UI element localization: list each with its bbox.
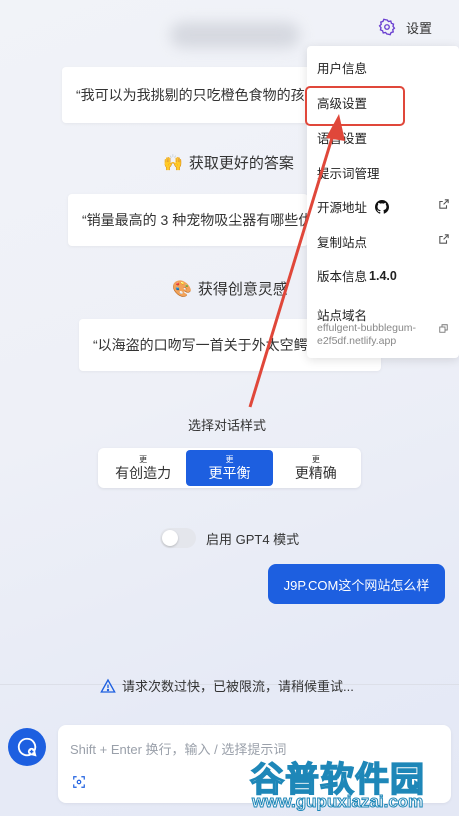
style-selector-label: 选择对话样式 — [188, 418, 267, 433]
warning-icon — [100, 678, 116, 693]
option-label: 更精确 — [294, 464, 337, 481]
palette-icon: 🎨 — [172, 280, 192, 298]
gear-icon — [378, 18, 396, 36]
section-better-answers: 🙌 获取更好的答案 — [163, 152, 294, 173]
rate-limit-warning: 请求次数过快，已被限流，请稍候重试... — [100, 676, 354, 695]
section-title: 获取更好的答案 — [188, 155, 294, 172]
version-number: 1.4.0 — [369, 268, 397, 283]
style-option-creative[interactable]: 更 有创造力 — [100, 450, 186, 486]
menu-item-label: 语音设置 — [317, 132, 368, 146]
menu-item-label: 开源地址 — [317, 201, 368, 215]
watermark-url: www.gupuxiazai.com — [251, 792, 424, 812]
gpt4-label: 启用 GPT4 模式 — [206, 531, 300, 547]
example-prompt-2[interactable]: “销量最高的 3 种宠物吸尘器有哪些优 — [68, 194, 308, 246]
settings-button[interactable]: 设置 — [378, 14, 432, 40]
external-link-icon — [439, 199, 449, 209]
menu-item-label: 复制站点 — [317, 236, 368, 250]
user-message-bubble: J9P.COM这个网站怎么样 — [268, 564, 445, 604]
style-selector: 更 有创造力 更 更平衡 更 更精确 — [98, 448, 361, 488]
style-option-precise[interactable]: 更 更精确 — [273, 450, 359, 486]
option-prefix: 更 — [311, 454, 320, 464]
menu-item-voice-settings[interactable]: 语音设置 — [317, 128, 449, 147]
blurred-title — [170, 22, 300, 48]
scan-icon[interactable] — [72, 775, 86, 789]
settings-label: 设置 — [406, 20, 433, 36]
watermark: 谷普软件园 www.gupuxiazai.com — [249, 752, 459, 816]
option-label: 更平衡 — [208, 464, 251, 481]
menu-item-label: 提示词管理 — [317, 167, 380, 181]
option-prefix: 更 — [139, 454, 148, 464]
menu-item-source-code[interactable]: 开源地址 — [317, 197, 449, 216]
raised-hands-icon: 🙌 — [163, 154, 183, 172]
option-prefix: 更 — [225, 454, 234, 464]
section-creative: 🎨 获得创意灵感 — [172, 278, 288, 299]
domain-value[interactable]: effulgent-bubblegum-e2f5df.netlify.app — [317, 322, 427, 348]
warning-text: 请求次数过快，已被限流，请稍候重试... — [122, 679, 354, 694]
example-prompt-1[interactable]: “我可以为我挑剔的只吃橙色食物的孩子做什么饭 — [62, 67, 312, 123]
gpt4-toggle-row: 启用 GPT4 模式 — [160, 528, 299, 548]
menu-item-label: 用户信息 — [317, 62, 368, 76]
menu-item-user-info[interactable]: 用户信息 — [317, 58, 449, 77]
section-title: 获得创意灵感 — [197, 281, 288, 298]
copy-icon[interactable] — [439, 324, 448, 333]
external-link-icon — [439, 234, 449, 244]
gpt4-toggle[interactable] — [160, 528, 196, 548]
style-option-balanced[interactable]: 更 更平衡 — [186, 450, 273, 486]
option-label: 有创造力 — [115, 464, 172, 481]
menu-item-prompt-management[interactable]: 提示词管理 — [317, 163, 449, 182]
github-icon — [375, 199, 390, 214]
chat-plus-icon — [17, 737, 37, 757]
menu-item-copy-site[interactable]: 复制站点 — [317, 232, 449, 251]
menu-item-version[interactable]: 版本信息 1.4.0 — [317, 266, 449, 285]
annotation-highlight-box — [305, 86, 405, 126]
menu-item-label: 版本信息 — [317, 270, 368, 284]
new-chat-button[interactable] — [8, 728, 46, 766]
